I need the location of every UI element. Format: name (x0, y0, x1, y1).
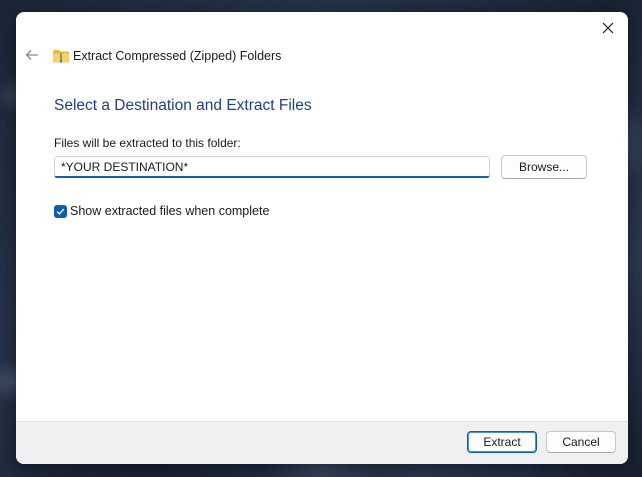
extract-button[interactable]: Extract (467, 431, 537, 453)
dialog-title: Extract Compressed (Zipped) Folders (73, 49, 282, 63)
back-arrow-icon (25, 50, 38, 60)
dialog-footer: Extract Cancel (16, 421, 628, 464)
zip-folder-icon (53, 50, 69, 63)
show-files-checkbox[interactable] (54, 204, 67, 218)
show-files-label: Show extracted files when complete (70, 204, 270, 218)
show-files-checkbox-row[interactable]: Show extracted files when complete (54, 204, 269, 218)
checkmark-icon (56, 207, 65, 215)
page-heading: Select a Destination and Extract Files (54, 97, 312, 114)
browse-button[interactable]: Browse... (501, 155, 587, 179)
back-button[interactable] (22, 45, 42, 65)
destination-input[interactable] (54, 156, 490, 178)
destination-label: Files will be extracted to this folder: (54, 136, 241, 150)
close-icon (602, 22, 614, 34)
cancel-button[interactable]: Cancel (546, 431, 616, 453)
extract-dialog: Extract Compressed (Zipped) Folders Sele… (16, 12, 628, 464)
close-button[interactable] (594, 16, 622, 40)
